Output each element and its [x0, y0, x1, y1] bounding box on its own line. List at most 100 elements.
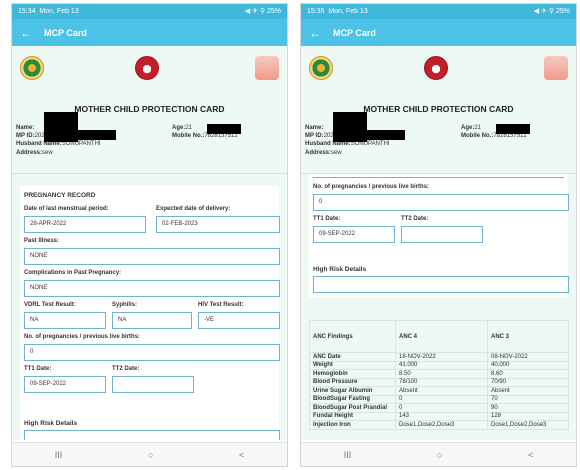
pregnancy-record-section: PREGNANCY RECORD Date of last menstrual …: [12, 174, 287, 440]
age-value: 21: [185, 125, 193, 131]
recent-apps-icon[interactable]: III: [344, 450, 352, 460]
mp-id-label: MP ID:: [16, 133, 35, 140]
hiv-field[interactable]: -VE: [198, 312, 280, 329]
cell-anc3: 8.60: [487, 369, 569, 379]
row-label: ANC Date: [309, 352, 396, 362]
vdrl-field[interactable]: NA: [24, 312, 106, 329]
redaction-block: [72, 130, 116, 140]
status-icons: ◀ ✈ ⚲ 25%: [244, 8, 281, 15]
lmp-label: Date of last menstrual period:: [24, 206, 109, 212]
cell-anc4: 78/100: [395, 377, 488, 387]
high-risk-field[interactable]: [313, 276, 569, 293]
table-row: Blood Pressure 78/100 70/90: [309, 377, 569, 387]
pregnancy-record-section: No. of pregnancies / previous live birth…: [301, 174, 576, 440]
state-emblem-icon: [20, 56, 44, 80]
syphilis-field[interactable]: NA: [112, 312, 192, 329]
nav-back-icon[interactable]: <: [239, 450, 244, 460]
redaction-block: [207, 124, 241, 134]
lmp-field[interactable]: 28-APR-2022: [24, 216, 146, 233]
prev-births-field[interactable]: 0: [24, 344, 280, 361]
cell-anc3: 70: [487, 394, 569, 404]
status-icons: ◀ ✈ ⚲ 25%: [533, 8, 570, 15]
table-row: ANC Date 18-NOV-2022 08-NOV-2022: [309, 352, 569, 362]
husband-label: Husband Name:: [16, 141, 62, 148]
hiv-label: HIV Test Result:: [198, 302, 244, 308]
tt1-field[interactable]: 09-SEP-2022: [313, 226, 395, 243]
cell-anc4: 18-NOV-2022: [395, 352, 488, 362]
nav-back-icon[interactable]: <: [528, 450, 533, 460]
prev-births-field[interactable]: 0: [313, 194, 569, 211]
pregnancy-record-card: PREGNANCY RECORD Date of last menstrual …: [20, 186, 280, 440]
section-title: PREGNANCY RECORD: [24, 192, 96, 199]
cell-anc3: 128: [487, 411, 569, 421]
app-title: MCP Card: [44, 27, 87, 38]
name-label: Name:: [305, 125, 324, 131]
app-bar: ← MCP Card: [12, 19, 287, 46]
app-title: MCP Card: [333, 27, 376, 38]
mobile-value: 7828137512: [493, 133, 527, 140]
cell-anc4: Absent: [395, 386, 488, 396]
syphilis-label: Syphilis:: [112, 302, 138, 308]
mobile-label: Mobile No.:: [172, 133, 205, 140]
table-row: Weight 41.000 40.000: [309, 360, 569, 370]
husband-label: Husband Name:: [305, 141, 351, 148]
back-arrow-icon[interactable]: ←: [20, 26, 36, 40]
row-label: Fundal Height: [309, 411, 396, 421]
husband-value: SONUPANTHI: [61, 141, 101, 148]
cell-anc3: 70/90: [487, 377, 569, 387]
high-risk-field[interactable]: [24, 430, 280, 440]
system-nav-bar: III ○ <: [301, 442, 576, 466]
card-header: MOTHER CHILD PROTECTION CARD Name: MP ID…: [301, 46, 576, 174]
cell-anc4: 143: [395, 411, 488, 421]
status-date: Mon, Feb 13: [39, 8, 79, 15]
anc-table-header: ANC Findings ANC 4 ANC 3: [309, 320, 569, 353]
tt2-field[interactable]: [112, 376, 194, 393]
high-risk-label: High Risk Details: [313, 266, 367, 273]
table-row: Fundal Height 143 128: [309, 411, 569, 421]
age-label: Age:: [172, 125, 186, 131]
scrolled-field-edge: [313, 174, 564, 178]
mobile-value: 7828137512: [204, 133, 238, 140]
cell-anc3: 40.000: [487, 360, 569, 370]
tt1-label: TT1 Date:: [313, 216, 341, 222]
back-arrow-icon[interactable]: ←: [309, 26, 325, 40]
edd-field[interactable]: 02-FEB-2023: [156, 216, 280, 233]
recent-apps-icon[interactable]: III: [55, 450, 63, 460]
past-illness-label: Past Illness:: [24, 238, 60, 244]
complications-label: Complications in Past Pregnancy:: [24, 270, 122, 276]
row-label: BloodSugar Post Prandial: [309, 403, 396, 413]
system-nav-bar: III ○ <: [12, 442, 287, 466]
status-time: 15:34: [18, 8, 36, 15]
row-label: BloodSugar Fasting: [309, 394, 396, 404]
cell-anc3: 90: [487, 403, 569, 413]
complications-field[interactable]: NONE: [24, 280, 280, 297]
cell-anc4: 41.000: [395, 360, 488, 370]
status-bar: 15:35 Mon, Feb 13 ◀ ✈ ⚲ 25%: [301, 4, 576, 19]
cell-anc4: 0: [395, 394, 488, 404]
row-label: Blood Pressure: [309, 377, 396, 387]
table-row: Hemoglobin 8.50 8.60: [309, 369, 569, 379]
address-value: sew: [42, 149, 53, 156]
home-icon[interactable]: ○: [148, 450, 153, 460]
tt1-field[interactable]: 09-SEP-2022: [24, 376, 106, 393]
address-value: sew: [331, 149, 342, 156]
cell-anc3: Absent: [487, 386, 569, 396]
past-illness-field[interactable]: NONE: [24, 248, 280, 265]
high-risk-label: High Risk Details: [24, 420, 78, 427]
mother-child-icon: [255, 56, 279, 80]
address-label: Address:: [305, 149, 332, 156]
tt2-field[interactable]: [401, 226, 483, 243]
table-row: BloodSugar Fasting 0 70: [309, 394, 569, 404]
anc-header-findings: ANC Findings: [309, 320, 396, 353]
age-label: Age:: [461, 125, 475, 131]
cell-anc3: Dose1,Dose2,Dose3: [487, 420, 569, 430]
address-label: Address:: [16, 149, 43, 156]
mp-id-label: MP ID:: [305, 133, 324, 140]
anc-header-anc4: ANC 4: [395, 320, 488, 353]
mobile-label: Mobile No.:: [461, 133, 494, 140]
home-icon[interactable]: ○: [437, 450, 442, 460]
row-label: Injection Iron: [309, 420, 396, 430]
table-row: BloodSugar Post Prandial 0 90: [309, 403, 569, 413]
pregnancy-record-card: No. of pregnancies / previous live birth…: [309, 174, 569, 298]
status-time: 15:35: [307, 8, 325, 15]
